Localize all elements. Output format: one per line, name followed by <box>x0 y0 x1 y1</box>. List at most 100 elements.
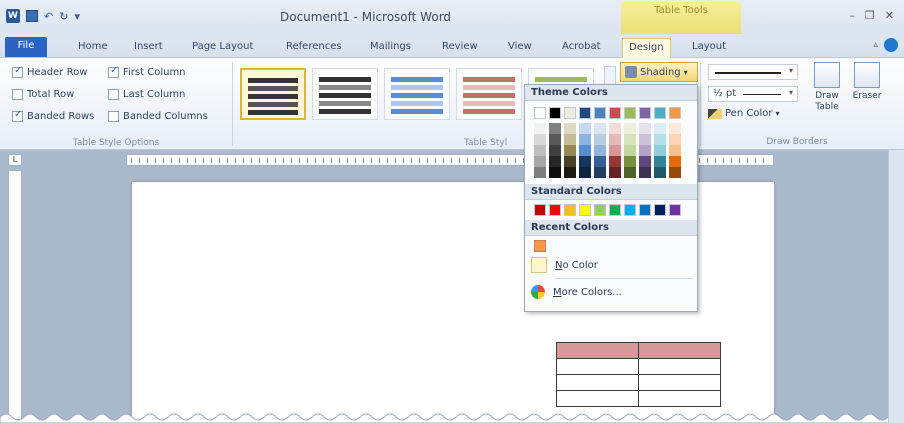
color-swatch[interactable] <box>594 107 606 119</box>
table-cell[interactable] <box>556 342 639 359</box>
color-swatch[interactable] <box>639 204 651 216</box>
tab-layout[interactable]: Layout <box>686 38 732 58</box>
color-swatch[interactable] <box>609 145 621 156</box>
shading-button[interactable]: Shading ▾ <box>620 62 698 82</box>
color-swatch[interactable] <box>639 107 651 119</box>
color-swatch[interactable] <box>654 145 666 156</box>
color-swatch[interactable] <box>669 107 681 119</box>
draw-table-button[interactable]: Draw Table <box>808 62 846 113</box>
color-swatch[interactable] <box>579 107 591 119</box>
color-swatch[interactable] <box>669 156 681 167</box>
color-swatch[interactable] <box>639 123 651 134</box>
color-swatch[interactable] <box>534 240 546 252</box>
color-swatch[interactable] <box>609 123 621 134</box>
color-swatch[interactable] <box>564 145 576 156</box>
table-cell[interactable] <box>556 358 639 375</box>
minimize-icon[interactable]: – <box>849 9 855 22</box>
color-swatch[interactable] <box>624 204 636 216</box>
color-swatch[interactable] <box>579 204 591 216</box>
color-swatch[interactable] <box>564 107 576 119</box>
color-swatch[interactable] <box>609 167 621 178</box>
more-colors-item[interactable]: More Colors... <box>525 279 697 305</box>
table-style-thumbnail[interactable] <box>456 68 522 120</box>
color-swatch[interactable] <box>564 156 576 167</box>
tab-insert[interactable]: Insert <box>128 38 169 58</box>
banded-rows-checkbox[interactable] <box>12 109 23 122</box>
tab-selector[interactable]: L <box>8 154 22 166</box>
close-icon[interactable]: ✕ <box>885 9 894 22</box>
color-swatch[interactable] <box>564 167 576 178</box>
color-swatch[interactable] <box>654 167 666 178</box>
no-color-item[interactable]: No Color <box>525 252 697 278</box>
table-cell[interactable] <box>638 390 721 407</box>
color-swatch[interactable] <box>639 134 651 145</box>
undo-icon[interactable]: ↶ <box>44 10 53 23</box>
color-swatch[interactable] <box>669 167 681 178</box>
banded-columns-option[interactable]: Banded Columns <box>108 111 208 122</box>
restore-icon[interactable]: ❐ <box>865 9 875 22</box>
color-swatch[interactable] <box>669 123 681 134</box>
color-swatch[interactable] <box>609 204 621 216</box>
table-cell[interactable] <box>638 342 721 359</box>
color-swatch[interactable] <box>594 167 606 178</box>
total-row-checkbox[interactable] <box>12 89 23 100</box>
first-column-checkbox[interactable] <box>108 65 119 78</box>
color-swatch[interactable] <box>579 145 591 156</box>
tab-view[interactable]: View <box>502 38 538 58</box>
tab-home[interactable]: Home <box>72 38 114 58</box>
word-app-icon[interactable]: W <box>6 9 20 23</box>
vertical-ruler[interactable] <box>8 170 22 420</box>
color-swatch[interactable] <box>609 134 621 145</box>
color-swatch[interactable] <box>594 123 606 134</box>
save-icon[interactable] <box>26 10 38 22</box>
color-swatch[interactable] <box>594 134 606 145</box>
color-swatch[interactable] <box>594 145 606 156</box>
document-table[interactable] <box>556 342 721 407</box>
color-swatch[interactable] <box>549 134 561 145</box>
color-swatch[interactable] <box>654 107 666 119</box>
color-swatch[interactable] <box>654 123 666 134</box>
color-swatch[interactable] <box>549 204 561 216</box>
table-style-thumbnail[interactable] <box>312 68 378 120</box>
color-swatch[interactable] <box>669 134 681 145</box>
banded-columns-checkbox[interactable] <box>108 111 119 122</box>
color-swatch[interactable] <box>654 204 666 216</box>
color-swatch[interactable] <box>594 156 606 167</box>
tab-mailings[interactable]: Mailings <box>364 38 417 58</box>
header-row-option[interactable]: Header Row <box>12 65 87 78</box>
customize-qat-icon[interactable]: ▾ <box>74 10 80 23</box>
total-row-option[interactable]: Total Row <box>12 89 74 100</box>
color-swatch[interactable] <box>624 156 636 167</box>
color-swatch[interactable] <box>534 145 546 156</box>
header-row-checkbox[interactable] <box>12 65 23 78</box>
color-swatch[interactable] <box>624 134 636 145</box>
color-swatch[interactable] <box>564 204 576 216</box>
color-swatch[interactable] <box>564 134 576 145</box>
first-column-option[interactable]: First Column <box>108 65 186 78</box>
color-swatch[interactable] <box>579 167 591 178</box>
color-swatch[interactable] <box>639 167 651 178</box>
pen-color-button[interactable]: Pen Color ▾ <box>708 108 779 119</box>
eraser-button[interactable]: Eraser <box>848 62 886 102</box>
color-swatch[interactable] <box>579 123 591 134</box>
color-swatch[interactable] <box>534 167 546 178</box>
color-swatch[interactable] <box>534 134 546 145</box>
table-cell[interactable] <box>638 374 721 391</box>
color-swatch[interactable] <box>549 145 561 156</box>
tab-references[interactable]: References <box>280 38 348 58</box>
last-column-checkbox[interactable] <box>108 89 119 100</box>
table-style-thumbnail[interactable] <box>384 68 450 120</box>
color-swatch[interactable] <box>669 145 681 156</box>
color-swatch[interactable] <box>564 123 576 134</box>
color-swatch[interactable] <box>609 156 621 167</box>
table-cell[interactable] <box>556 390 639 407</box>
tab-page-layout[interactable]: Page Layout <box>186 38 259 58</box>
ribbon-collapse-icon[interactable]: ▵ <box>873 40 878 50</box>
color-swatch[interactable] <box>549 107 561 119</box>
color-swatch[interactable] <box>534 107 546 119</box>
line-weight-select[interactable]: ½ pt ▾ <box>708 86 798 102</box>
color-swatch[interactable] <box>654 156 666 167</box>
color-swatch[interactable] <box>669 204 681 216</box>
color-swatch[interactable] <box>609 107 621 119</box>
last-column-option[interactable]: Last Column <box>108 89 185 100</box>
